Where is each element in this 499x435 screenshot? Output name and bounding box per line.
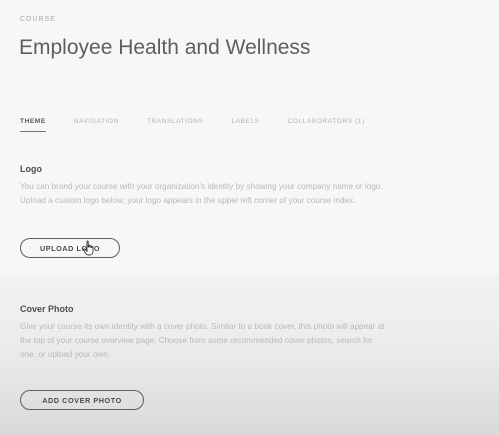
upload-logo-button[interactable]: UPLOAD LOGO — [20, 238, 120, 258]
logo-description-line-2: Upload a custom logo below; your logo ap… — [20, 196, 356, 205]
course-eyebrow: COURSE — [20, 16, 56, 23]
cover-photo-description-line-2: the top of your course overview page. Ch… — [20, 336, 373, 345]
cover-photo-description-line-1: Give your course its own identity with a… — [20, 322, 385, 331]
tab-collaborators[interactable]: COLLABORATORS (1) — [288, 118, 365, 132]
course-title: Employee Health and Wellness — [19, 36, 311, 59]
cover-photo-description-line-3: one, or upload your own. — [20, 350, 111, 359]
tab-navigation[interactable]: NAVIGATION — [74, 118, 119, 132]
hand-pointer-icon — [83, 240, 94, 256]
add-cover-photo-button[interactable]: ADD COVER PHOTO — [20, 390, 144, 410]
logo-description-line-1: You can brand your course with your orga… — [20, 182, 383, 191]
tab-theme[interactable]: THEME — [20, 118, 46, 132]
settings-tabs: THEME NAVIGATION TRANSLATIONS LABELS COL… — [20, 118, 393, 132]
tab-translations[interactable]: TRANSLATIONS — [147, 118, 204, 132]
tab-labels[interactable]: LABELS — [231, 118, 259, 132]
logo-heading: Logo — [20, 164, 42, 174]
cover-photo-heading: Cover Photo — [20, 304, 74, 314]
